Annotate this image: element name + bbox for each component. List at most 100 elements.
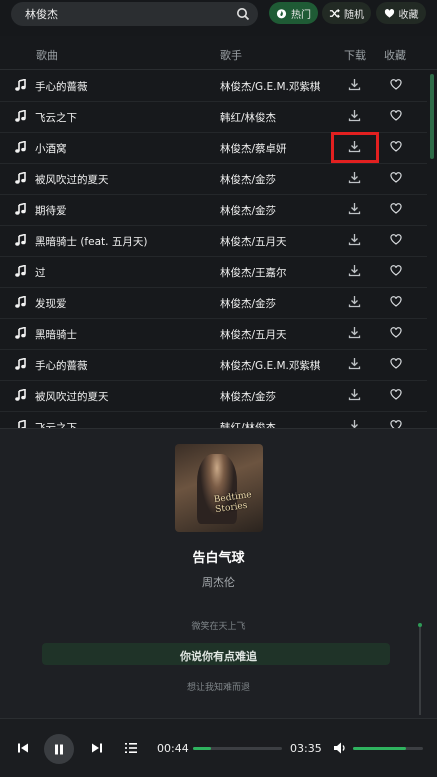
favorite-heart-icon[interactable] — [390, 203, 402, 214]
favorite-heart-icon[interactable] — [390, 265, 402, 276]
total-time: 03:35 — [290, 742, 322, 755]
lyric-next: 想让我知难而退 — [186, 683, 250, 693]
lyric-previous: 微笑在天上飞 — [191, 622, 246, 632]
header-download: 下载 — [344, 49, 366, 62]
header-favorite: 收藏 — [384, 49, 406, 62]
song-row[interactable]: 黑暗骑士 林俊杰/五月天 — [0, 318, 427, 350]
tab-hot[interactable]: 热门 — [269, 2, 318, 24]
song-row[interactable]: 期待爱 林俊杰/金莎 — [0, 194, 427, 226]
music-note-icon — [15, 110, 26, 122]
progress-slider[interactable] — [193, 747, 282, 750]
album-logo: Bedtime Stories — [213, 490, 253, 516]
favorite-heart-icon[interactable] — [390, 296, 402, 307]
list-header: 歌曲 歌手 下载 收藏 — [0, 36, 437, 70]
elapsed-time: 00:44 — [157, 742, 189, 755]
music-note-icon — [15, 296, 26, 308]
song-artist-cell: 林俊杰/五月天 — [220, 329, 287, 341]
song-row[interactable]: 被风吹过的夏天 林俊杰/金莎 — [0, 163, 427, 195]
volume-slider[interactable] — [353, 747, 423, 750]
favorite-heart-icon[interactable] — [390, 110, 402, 121]
song-row[interactable]: 手心的蔷薇 林俊杰/G.E.M.邓紫棋 — [0, 349, 427, 381]
song-artist-cell: 林俊杰/金莎 — [220, 391, 277, 403]
song-title-cell: 小酒窝 — [35, 143, 67, 155]
music-note-icon — [15, 358, 26, 370]
song-artist-cell: 韩红/林俊杰 — [220, 422, 277, 428]
search-value[interactable]: 林俊杰 — [25, 6, 58, 22]
download-icon[interactable] — [348, 264, 361, 277]
favorite-heart-icon[interactable] — [390, 389, 402, 400]
song-row[interactable]: 被风吹过的夏天 林俊杰/金莎 — [0, 380, 427, 412]
download-icon[interactable] — [348, 326, 361, 339]
favorite-heart-icon[interactable] — [390, 172, 402, 183]
pause-icon — [55, 744, 63, 754]
song-title-cell: 黑暗骑士 (feat. 五月天) — [35, 236, 148, 248]
previous-icon[interactable] — [17, 742, 29, 754]
song-artist-cell: 林俊杰/王嘉尔 — [220, 267, 287, 279]
progress-fill — [193, 747, 211, 750]
song-artist: 周杰伦 — [202, 576, 235, 589]
favorite-heart-icon[interactable] — [390, 79, 402, 90]
lyric-scroll-thumb[interactable] — [418, 623, 422, 627]
header-song: 歌曲 — [36, 49, 58, 62]
song-row[interactable]: 手心的蔷薇 林俊杰/G.E.M.邓紫棋 — [0, 70, 427, 102]
song-title-cell: 手心的蔷薇 — [35, 81, 88, 93]
tab-shuffle-label: 随机 — [344, 9, 364, 21]
lyric-current: 你说你有点难追 — [180, 650, 257, 663]
song-title-cell: 期待爱 — [35, 205, 67, 217]
download-highlight-box — [331, 132, 379, 163]
download-icon[interactable] — [348, 78, 361, 91]
download-icon[interactable] — [348, 202, 361, 215]
music-note-icon — [15, 234, 26, 246]
now-playing-panel: Bedtime Stories 告白气球 周杰伦 微笑在天上飞 你说你有点难追 想… — [0, 428, 437, 719]
song-title-cell: 飞云之下 — [35, 112, 77, 124]
song-title-cell: 手心的蔷薇 — [35, 360, 88, 372]
download-icon[interactable] — [348, 171, 361, 184]
song-artist-cell: 林俊杰/G.E.M.邓紫棋 — [220, 81, 321, 93]
music-note-icon — [15, 172, 26, 184]
favorite-heart-icon[interactable] — [390, 327, 402, 338]
song-row[interactable]: 飞云之下 韩红/林俊杰 — [0, 411, 427, 428]
song-artist-cell: 林俊杰/G.E.M.邓紫棋 — [220, 360, 321, 372]
song-row[interactable]: 发现爱 林俊杰/金莎 — [0, 287, 427, 319]
volume-icon[interactable] — [333, 741, 347, 755]
header-artist: 歌手 — [220, 49, 242, 62]
next-icon[interactable] — [91, 742, 103, 754]
music-note-icon — [15, 79, 26, 91]
music-note-icon — [15, 141, 26, 153]
music-note-icon — [15, 265, 26, 277]
tab-shuffle[interactable]: 随机 — [322, 2, 371, 24]
song-list: 歌曲 歌手 下载 收藏 手心的蔷薇 林俊杰/G.E.M.邓紫棋 飞云之下 韩红/林俊杰… — [0, 36, 437, 428]
list-scrollbar[interactable] — [430, 74, 434, 159]
music-note-icon — [15, 389, 26, 401]
play-pause-button[interactable] — [44, 734, 74, 764]
search-icon[interactable] — [236, 7, 250, 21]
favorite-heart-icon[interactable] — [390, 141, 402, 152]
top-bar: 林俊杰 热门 随机 收藏 — [0, 0, 437, 36]
download-icon[interactable] — [348, 419, 361, 428]
download-icon[interactable] — [348, 295, 361, 308]
song-artist-cell: 林俊杰/金莎 — [220, 174, 277, 186]
song-row[interactable]: 过 林俊杰/王嘉尔 — [0, 256, 427, 288]
song-row[interactable]: 飞云之下 韩红/林俊杰 — [0, 101, 427, 133]
tab-hot-label: 热门 — [291, 9, 311, 21]
music-note-icon — [15, 203, 26, 215]
playlist-icon[interactable] — [124, 741, 138, 755]
favorite-heart-icon[interactable] — [390, 234, 402, 245]
song-artist-cell: 林俊杰/蔡卓妍 — [220, 143, 287, 155]
flame-icon — [276, 8, 287, 18]
download-icon[interactable] — [348, 109, 361, 122]
favorite-heart-icon[interactable] — [390, 420, 402, 428]
download-icon[interactable] — [348, 388, 361, 401]
favorite-heart-icon[interactable] — [390, 358, 402, 369]
song-artist-cell: 林俊杰/金莎 — [220, 298, 277, 310]
lyric-scroll-track[interactable] — [419, 627, 421, 715]
search-input[interactable]: 林俊杰 — [11, 2, 258, 26]
download-icon[interactable] — [348, 357, 361, 370]
download-icon[interactable] — [348, 233, 361, 246]
song-row[interactable]: 黑暗骑士 (feat. 五月天) 林俊杰/五月天 — [0, 225, 427, 257]
tab-favorites[interactable]: 收藏 — [376, 2, 426, 24]
music-note-icon — [18, 420, 26, 428]
song-title-cell: 被风吹过的夏天 — [35, 174, 109, 186]
song-artist-cell: 韩红/林俊杰 — [220, 112, 277, 124]
song-title: 告白气球 — [192, 551, 245, 566]
